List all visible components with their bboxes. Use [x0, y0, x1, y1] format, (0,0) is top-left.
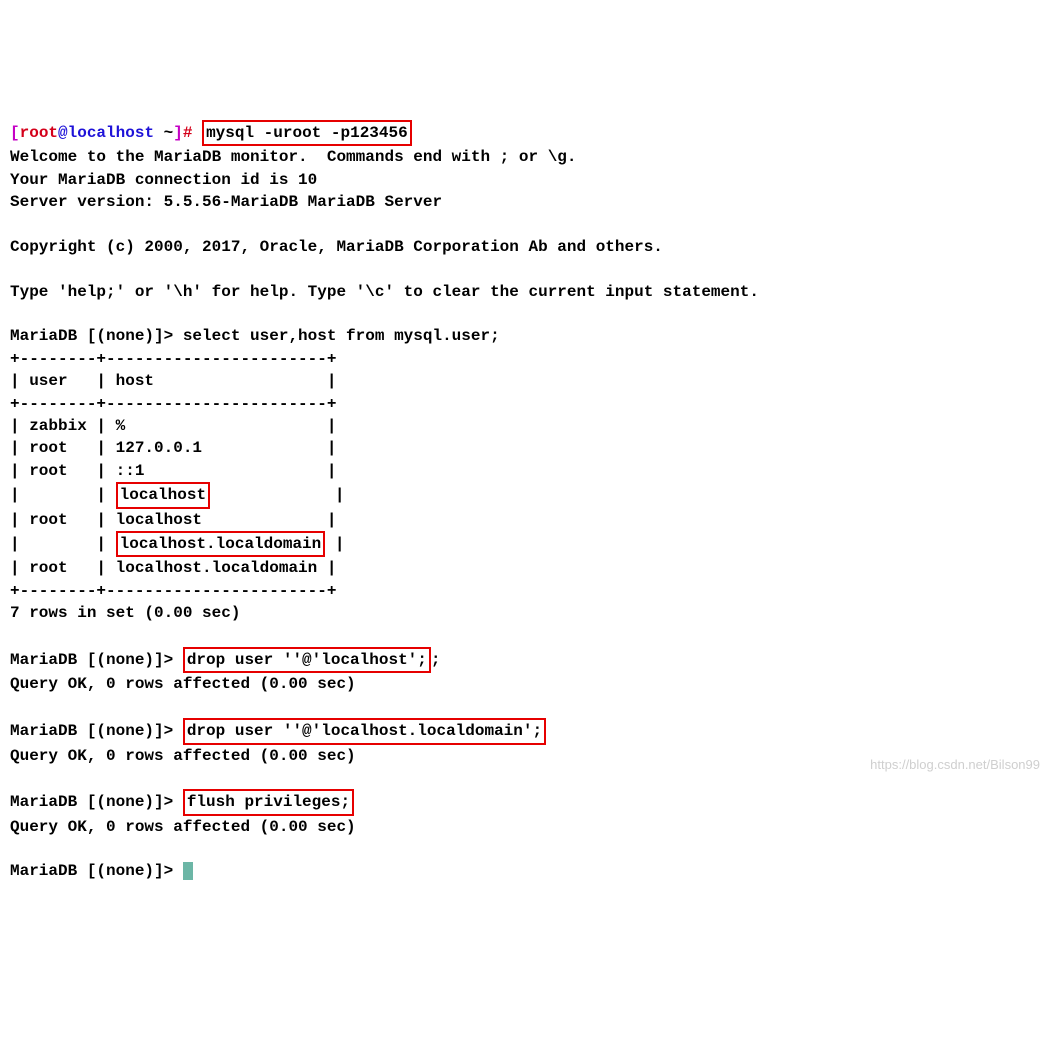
prompt-empty[interactable]: MariaDB [(none)]>: [10, 862, 193, 880]
output-server-version: Server version: 5.5.56-MariaDB MariaDB S…: [10, 193, 442, 211]
table-border-top: +--------+-----------------------+: [10, 350, 336, 368]
bracket-open: [: [10, 124, 20, 142]
cursor-icon: [183, 862, 193, 880]
highlight-localhost: localhost: [116, 482, 210, 508]
table-row: | root | 127.0.0.1 |: [10, 439, 336, 457]
prompt-at: @: [58, 124, 68, 142]
sql-flush-privileges: flush privileges;: [183, 789, 354, 815]
sql-drop-localhost: drop user ''@'localhost';: [183, 647, 431, 673]
rows-in-set: 7 rows in set (0.00 sec): [10, 604, 240, 622]
table-row: | root | localhost |: [10, 511, 336, 529]
table-row: | root | ::1 |: [10, 462, 336, 480]
query-ok-1: Query OK, 0 rows affected (0.00 sec): [10, 675, 356, 693]
mariadb-prompt: MariaDB [(none)]>: [10, 327, 183, 345]
query-ok-2: Query OK, 0 rows affected (0.00 sec): [10, 747, 356, 765]
prompt-line-1[interactable]: [root@localhost ~]# mysql -uroot -p12345…: [10, 124, 412, 142]
prompt-tilde: ~: [154, 124, 173, 142]
mariadb-prompt: MariaDB [(none)]>: [10, 722, 183, 740]
sql-line-select[interactable]: MariaDB [(none)]> select user,host from …: [10, 327, 500, 345]
table-row: | zabbix | % |: [10, 417, 336, 435]
mariadb-prompt: MariaDB [(none)]>: [10, 793, 183, 811]
sql-drop-localdomain: drop user ''@'localhost.localdomain';: [183, 718, 546, 744]
prompt-user: root: [20, 124, 58, 142]
output-welcome: Welcome to the MariaDB monitor. Commands…: [10, 148, 577, 166]
output-help-hint: Type 'help;' or '\h' for help. Type '\c'…: [10, 283, 759, 301]
sql-line-drop2[interactable]: MariaDB [(none)]> drop user ''@'localhos…: [10, 722, 546, 740]
sql-line-drop1[interactable]: MariaDB [(none)]> drop user ''@'localhos…: [10, 651, 440, 669]
output-connection-id: Your MariaDB connection id is 10: [10, 171, 317, 189]
trailing-semi: ;: [431, 651, 441, 669]
bracket-close: ]: [173, 124, 183, 142]
watermark-text: https://blog.csdn.net/Bilson99: [870, 756, 1040, 774]
query-ok-3: Query OK, 0 rows affected (0.00 sec): [10, 818, 356, 836]
sql-line-flush[interactable]: MariaDB [(none)]> flush privileges;: [10, 793, 354, 811]
prompt-hash: #: [183, 124, 202, 142]
table-header: | user | host |: [10, 372, 336, 390]
highlight-localdomain: localhost.localdomain: [116, 531, 326, 557]
mariadb-prompt: MariaDB [(none)]>: [10, 651, 183, 669]
table-border-mid: +--------+-----------------------+: [10, 395, 336, 413]
table-border-bottom: +--------+-----------------------+: [10, 582, 336, 600]
sql-select-user-host: select user,host from mysql.user;: [183, 327, 500, 345]
prompt-host: localhost: [68, 124, 154, 142]
table-row: | | localhost.localdomain |: [10, 535, 344, 553]
output-copyright: Copyright (c) 2000, 2017, Oracle, MariaD…: [10, 238, 663, 256]
table-row: | root | localhost.localdomain |: [10, 559, 336, 577]
mariadb-prompt: MariaDB [(none)]>: [10, 862, 183, 880]
command-mysql-login: mysql -uroot -p123456: [202, 120, 412, 146]
table-row: | | localhost |: [10, 486, 344, 504]
